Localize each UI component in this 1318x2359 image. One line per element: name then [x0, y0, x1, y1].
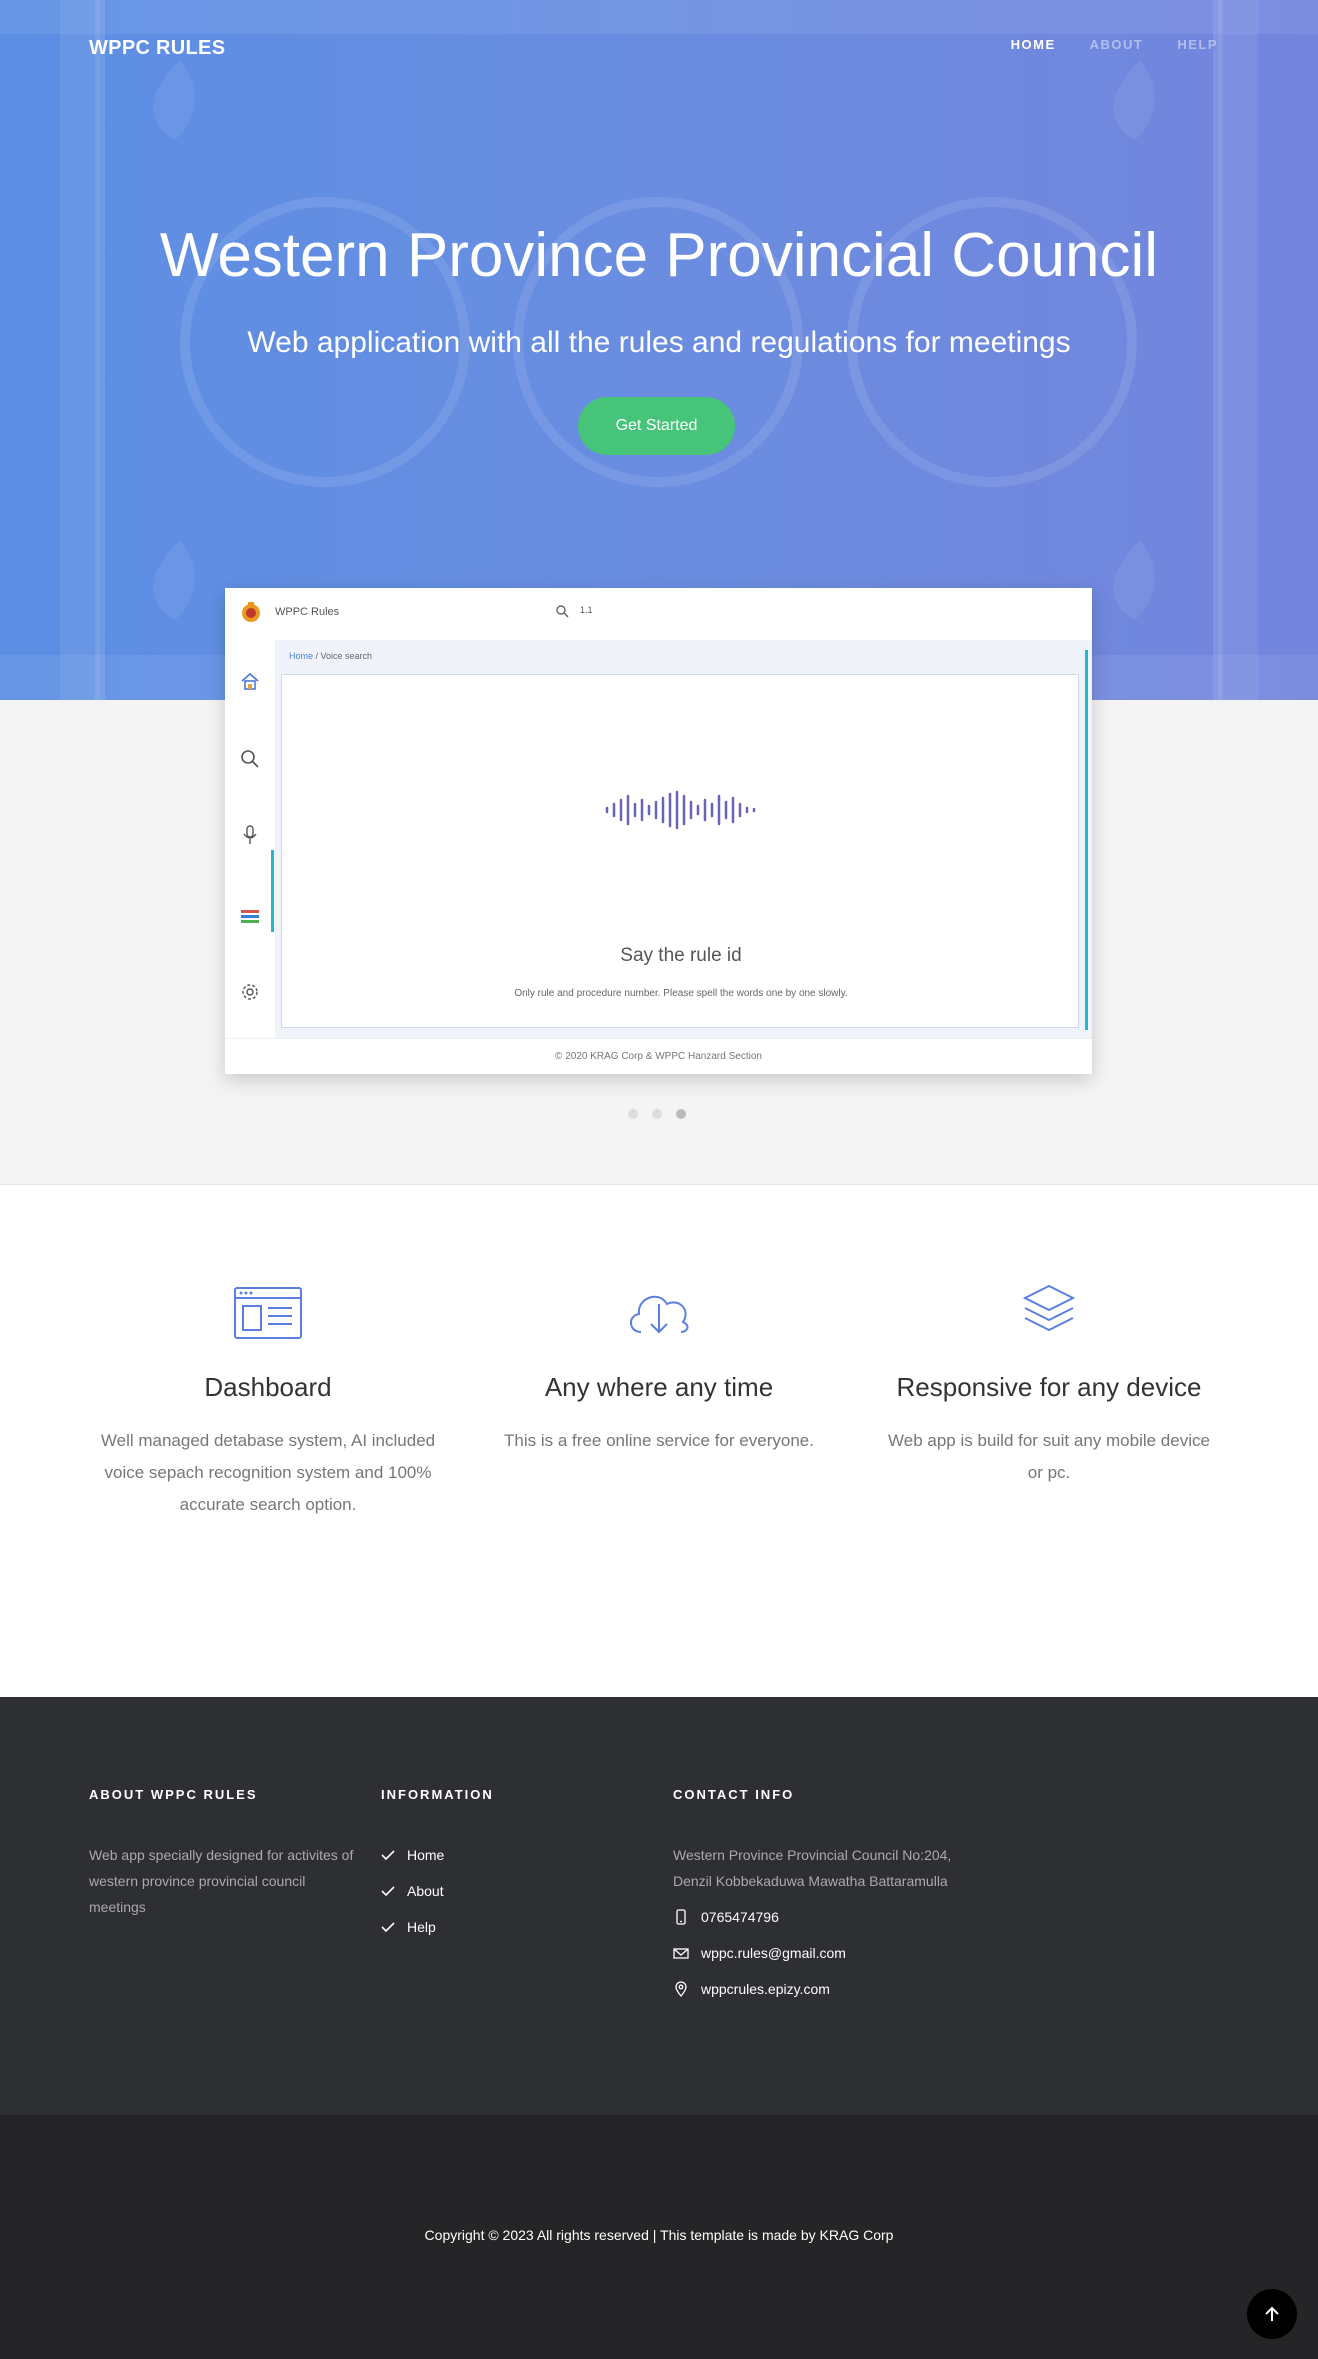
main-nav: HOME ABOUT HELP [1011, 37, 1218, 52]
carousel-dot-3[interactable] [676, 1109, 686, 1119]
feature-anywhere: Any where any time This is a free online… [469, 1280, 849, 1457]
dashboard-icon [234, 1287, 302, 1339]
footer-link-label[interactable]: Help [407, 1919, 436, 1935]
footer-information: INFORMATION Home About Help [381, 1787, 494, 1940]
nav-home[interactable]: HOME [1011, 37, 1056, 52]
cloud-download-icon [630, 1295, 689, 1334]
back-to-top-button[interactable] [1247, 2289, 1297, 2339]
preview-main: Home / Voice search Say the rule id Only… [275, 640, 1092, 1038]
location-pin-icon [675, 1981, 687, 1997]
footer-info-heading: INFORMATION [381, 1787, 494, 1802]
hero-title: Western Province Provincial Council [159, 221, 1159, 290]
footer-website-text[interactable]: wppcrules.epizy.com [701, 1981, 830, 1997]
breadcrumb: Home / Voice search [289, 651, 372, 661]
hero-subtitle: Web application with all the rules and r… [247, 326, 1071, 359]
soundwave-icon [605, 790, 756, 830]
footer-phone[interactable]: 0765474796 [673, 1904, 953, 1930]
arrow-up-icon [1265, 2306, 1279, 2321]
footer-link-label[interactable]: About [407, 1883, 444, 1899]
footer-email-text[interactable]: wppc.rules@gmail.com [701, 1945, 846, 1961]
nav-help[interactable]: HELP [1177, 37, 1218, 52]
preview-app-name: WPPC Rules [275, 606, 340, 618]
feature-text: Web app is build for suit any mobile dev… [888, 1431, 1210, 1482]
preview-footer: © 2020 KRAG Corp & WPPC Hanzard Section [225, 1038, 1092, 1074]
preview-search-query[interactable]: 1.1 [580, 605, 593, 615]
phone-icon [676, 1909, 686, 1925]
footer-contact-heading: CONTACT INFO [673, 1787, 795, 1802]
gear-icon[interactable] [239, 981, 261, 1003]
footer-website[interactable]: wppcrules.epizy.com [673, 1976, 953, 2002]
feature-title: Any where any time [544, 1372, 774, 1402]
feature-text: Well managed detabase system, AI include… [100, 1431, 436, 1514]
books-icon[interactable] [239, 905, 261, 927]
breadcrumb-home-link[interactable]: Home [289, 651, 313, 661]
feature-title: Responsive for any device [896, 1372, 1202, 1402]
search-icon[interactable] [555, 604, 569, 618]
get-started-button[interactable]: Get Started [578, 397, 735, 455]
carousel-dot-1[interactable] [628, 1109, 638, 1119]
site-footer: ABOUT WPPC RULES Web app specially desig… [0, 1697, 1318, 2115]
preview-sidebar [225, 640, 275, 1038]
check-icon [381, 1886, 395, 1897]
nav-about[interactable]: ABOUT [1090, 37, 1144, 52]
footer-about: ABOUT WPPC RULES Web app specially desig… [89, 1787, 359, 1920]
panel-scrollbar[interactable] [1085, 650, 1088, 1030]
footer-phone-text[interactable]: 0765474796 [701, 1909, 779, 1925]
footer-email[interactable]: wppc.rules@gmail.com [673, 1940, 953, 1966]
layers-icon [1022, 1284, 1076, 1332]
sidebar-active-indicator [271, 850, 274, 932]
voice-hint: Only rule and procedure number. Please s… [514, 988, 848, 999]
microphone-icon[interactable] [239, 824, 261, 846]
carousel-dot-2[interactable] [652, 1109, 662, 1119]
preview-topbar: WPPC Rules 1.1 [225, 588, 1092, 640]
footer-link-about[interactable]: About [381, 1878, 494, 1904]
app-preview-screenshot: WPPC Rules 1.1 Home / Voice search Say t… [225, 588, 1092, 1074]
voice-search-panel: Say the rule id Only rule and procedure … [281, 674, 1079, 1028]
footer-link-help[interactable]: Help [381, 1914, 494, 1940]
emblem-icon [242, 602, 260, 622]
carousel-dots [628, 1109, 686, 1119]
footer-contact: CONTACT INFO Western Province Provincial… [673, 1787, 953, 2002]
feature-title: Dashboard [204, 1372, 332, 1402]
footer-about-heading: ABOUT WPPC RULES [89, 1787, 258, 1802]
breadcrumb-current: / Voice search [315, 651, 373, 661]
home-icon[interactable] [239, 670, 261, 692]
search-icon[interactable] [239, 748, 261, 770]
footer-links: Home About Help [381, 1842, 494, 1940]
footer-about-text: Web app specially designed for activites… [89, 1847, 354, 1915]
feature-responsive: Responsive for any device Web app is bui… [859, 1280, 1239, 1489]
feature-dashboard: Dashboard Well managed detabase system, … [78, 1280, 458, 1521]
check-icon [381, 1922, 395, 1933]
feature-text: This is a free online service for everyo… [504, 1431, 814, 1450]
check-icon [381, 1850, 395, 1861]
copyright-text: Copyright © 2023 All rights reserved | T… [424, 2227, 894, 2243]
copyright-bar: Copyright © 2023 All rights reserved | T… [0, 2115, 1318, 2359]
mail-icon [673, 1948, 689, 1959]
footer-link-label[interactable]: Home [407, 1847, 444, 1863]
brand-logo-text[interactable]: WPPC RULES [89, 37, 225, 60]
footer-address: Western Province Provincial Council No:2… [673, 1847, 952, 1889]
voice-prompt: Say the rule id [620, 945, 742, 966]
footer-link-home[interactable]: Home [381, 1842, 494, 1868]
